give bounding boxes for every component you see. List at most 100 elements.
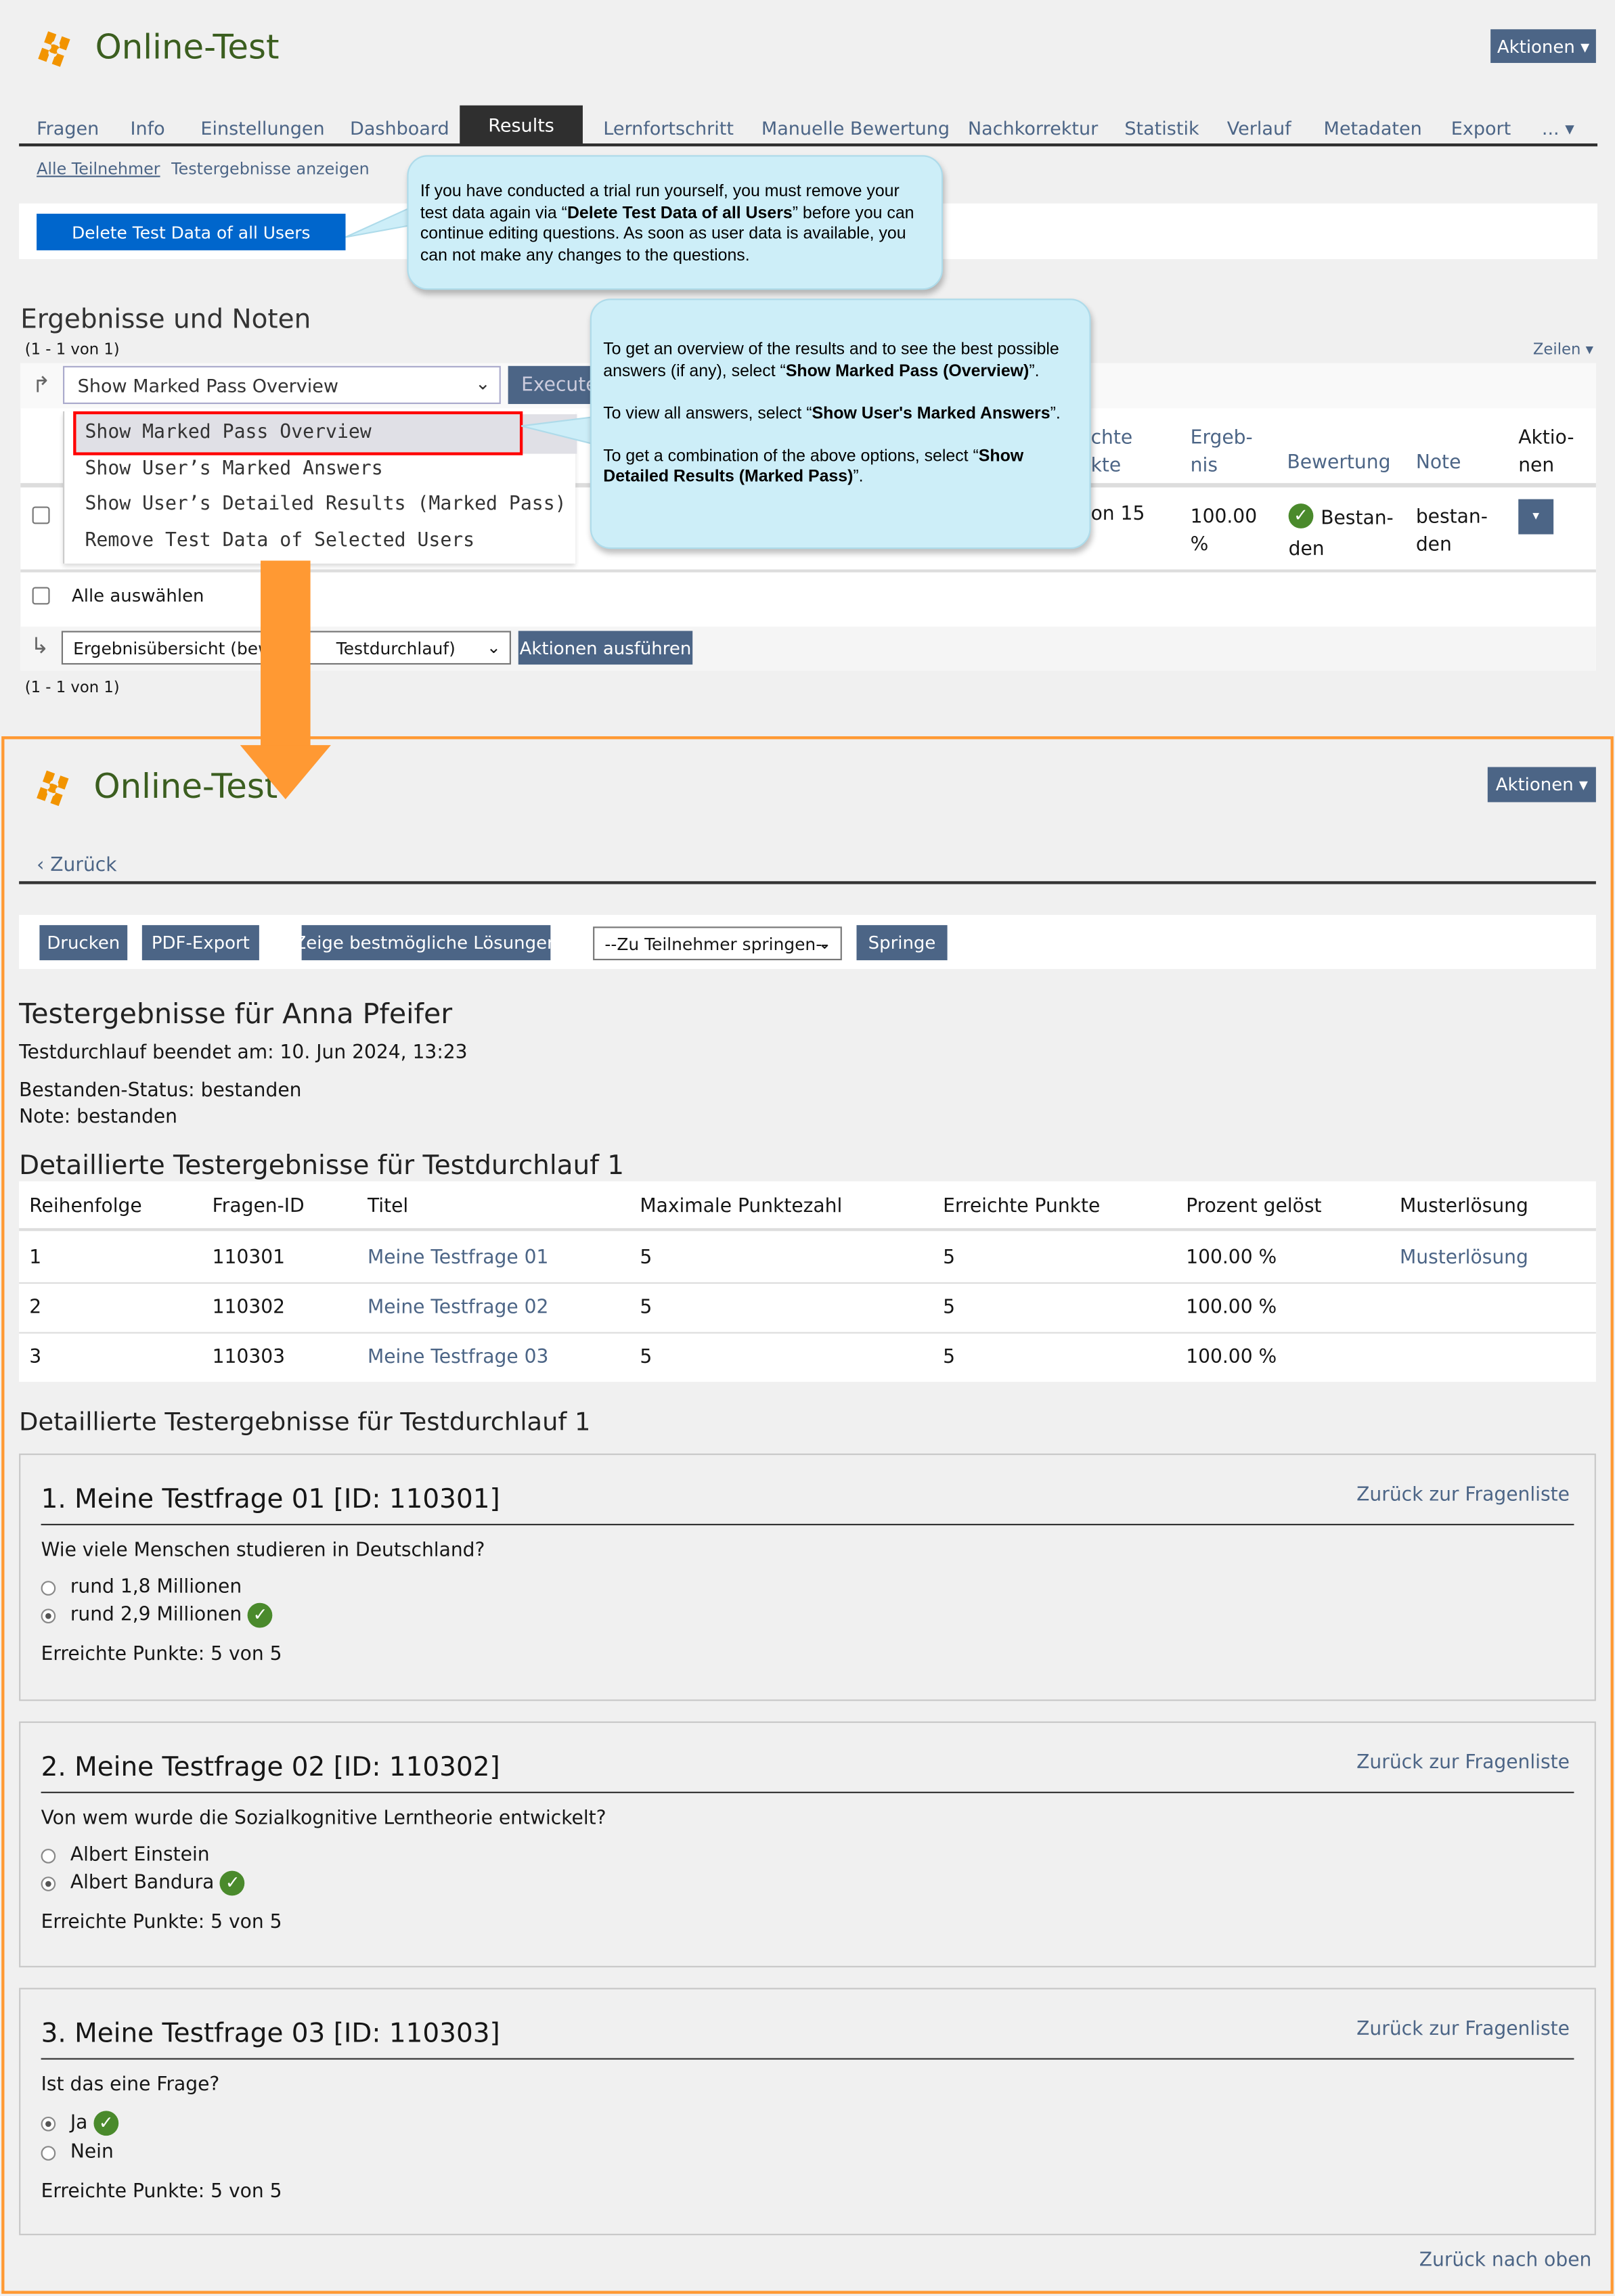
back-link[interactable]: ‹ Zurück xyxy=(37,855,116,876)
question-block-2: 2. Meine Testfrage 02 [ID: 110302] Zurüc… xyxy=(19,1721,1596,1968)
chevron-down-icon: ⌄ xyxy=(486,636,501,658)
tab-manuelle-bewertung[interactable]: Manuelle Bewertung xyxy=(761,117,950,139)
col-grade[interactable]: Note xyxy=(1416,452,1461,474)
dropdown-option-remove-data[interactable]: Remove Test Data of Selected Users xyxy=(85,530,474,552)
cell-order: 1 xyxy=(29,1247,42,1269)
tab-results[interactable]: Results xyxy=(460,105,583,145)
delete-test-data-button[interactable]: Delete Test Data of all Users xyxy=(37,213,346,250)
dropdown-option-marked-answers[interactable]: Show User’s Marked Answers xyxy=(85,458,382,480)
jump-select-value: --Zu Teilnehmer springen-- xyxy=(604,934,828,955)
correct-check-icon: ✓ xyxy=(220,1870,246,1896)
th-max-points: Maximale Punktezahl xyxy=(640,1196,843,1218)
question-title: 1. Meine Testfrage 01 [ID: 110301] xyxy=(41,1484,500,1515)
actions-button[interactable]: Aktionen ▾ xyxy=(1490,29,1596,64)
pagination-top: (1 - 1 von 1) xyxy=(24,341,120,359)
results-heading: Testergebnisse für Anna Pfeifer xyxy=(19,998,453,1031)
back-to-list-link[interactable]: Zurück zur Fragenliste xyxy=(1356,2019,1570,2040)
cell-order: 2 xyxy=(29,1297,42,1320)
finished-date: Testdurchlauf beendet am: 10. Jun 2024, … xyxy=(19,1042,468,1064)
question-divider xyxy=(41,1523,1574,1526)
tab-nachkorrektur[interactable]: Nachkorrektur xyxy=(968,117,1098,139)
tooltip-view-options: To get an overview of the results and to… xyxy=(590,298,1091,549)
actions-label: Aktionen xyxy=(1495,774,1574,795)
bottom-panel: Online-Test Aktionen ▾ ‹ Zurück Drucken … xyxy=(1,736,1614,2294)
tooltip2-pointer xyxy=(521,416,593,445)
cell-max: 5 xyxy=(640,1247,652,1269)
bottom-select-right: Testdurchlauf) xyxy=(336,638,456,659)
tab-metadaten[interactable]: Metadaten xyxy=(1324,117,1422,139)
select-all-checkbox[interactable] xyxy=(32,587,50,605)
actions-button[interactable]: Aktionen ▾ xyxy=(1487,767,1596,803)
th-question-id: Fragen-ID xyxy=(212,1196,305,1218)
best-solutions-button[interactable]: Zeige bestmögliche Lösungen xyxy=(294,925,558,961)
rows-dropdown[interactable]: Zeilen ▾ xyxy=(1533,341,1593,359)
question-text: Wie viele Menschen studieren in Deutschl… xyxy=(41,1539,485,1562)
col-result[interactable]: Ergeb- nis xyxy=(1191,424,1253,480)
jump-button[interactable]: Springe xyxy=(856,925,948,961)
pagination-bottom: (1 - 1 von 1) xyxy=(24,679,120,697)
back-to-list-link[interactable]: Zurück zur Fragenliste xyxy=(1356,1484,1570,1506)
orange-down-arrow-icon xyxy=(240,560,331,800)
jump-participant-select[interactable]: --Zu Teilnehmer springen-- ⌄ xyxy=(593,926,842,961)
row-divider xyxy=(19,1332,1596,1334)
answer-option: Nein xyxy=(41,2142,114,2163)
answer-option: rund 2,9 Millionen ✓ xyxy=(41,1602,273,1628)
points-text: Erreichte Punkte: 5 von 5 xyxy=(41,1912,282,1934)
app-title: Online-Test xyxy=(95,29,280,68)
answer-option: Albert Bandura ✓ xyxy=(41,1870,246,1896)
back-to-top-link[interactable]: Zurück nach oben xyxy=(1419,2250,1592,2272)
cell-id: 110303 xyxy=(212,1347,286,1369)
tab-verlauf[interactable]: Verlauf xyxy=(1227,117,1291,139)
tab-more[interactable]: ... ▾ xyxy=(1542,117,1574,139)
cell-grade: bestan- den xyxy=(1415,506,1488,557)
subtab-alle-teilnehmer[interactable]: Alle Teilnehmer xyxy=(37,160,160,179)
view-select[interactable]: Show Marked Pass Overview ⌄ xyxy=(63,365,501,405)
tab-info[interactable]: Info xyxy=(131,117,165,139)
row-divider xyxy=(19,1282,1596,1284)
subtab-testergebnisse[interactable]: Testergebnisse anzeigen xyxy=(171,160,370,179)
question-title: 3. Meine Testfrage 03 [ID: 110303] xyxy=(41,2019,500,2050)
tab-statistik[interactable]: Statistik xyxy=(1124,117,1199,139)
pdf-export-button[interactable]: PDF-Export xyxy=(141,925,259,961)
tab-dashboard[interactable]: Dashboard xyxy=(350,117,449,139)
radio-unselected xyxy=(41,1580,56,1595)
question-title-link[interactable]: Meine Testfrage 03 xyxy=(368,1347,548,1368)
col-points[interactable]: chte kte xyxy=(1091,424,1133,480)
cell-max: 5 xyxy=(640,1347,652,1369)
th-order: Reihenfolge xyxy=(29,1196,142,1218)
print-button[interactable]: Drucken xyxy=(39,925,128,961)
arrow-up-icon: ↱ xyxy=(32,372,51,399)
execute-button[interactable]: Execute xyxy=(508,365,599,405)
correct-check-icon: ✓ xyxy=(248,1602,273,1628)
question-title-link[interactable]: Meine Testfrage 01 xyxy=(368,1247,548,1269)
th-title: Titel xyxy=(367,1196,409,1218)
actions-label: Aktionen xyxy=(1497,35,1575,57)
tab-fragen[interactable]: Fragen xyxy=(37,117,99,139)
question-block-1: 1. Meine Testfrage 01 [ID: 110301] Zurüc… xyxy=(19,1454,1596,1701)
row-checkbox[interactable] xyxy=(32,506,50,524)
section-title: Ergebnisse und Noten xyxy=(20,304,311,336)
back-to-list-link[interactable]: Zurück zur Fragenliste xyxy=(1356,1752,1570,1774)
th-solution: Musterlösung xyxy=(1400,1196,1528,1218)
cell-points: on 15 xyxy=(1090,503,1145,526)
table-title: Detaillierte Testergebnisse für Testdurc… xyxy=(19,1150,625,1181)
puzzle-logo-icon xyxy=(38,31,70,67)
chevron-down-icon: ⌄ xyxy=(817,932,832,953)
run-actions-button[interactable]: Aktionen ausführen xyxy=(518,631,693,665)
tab-lernfortschritt[interactable]: Lernfortschritt xyxy=(603,117,734,139)
tooltip-delete-info: If you have conducted a trial run yourse… xyxy=(407,155,944,290)
cell-points: 5 xyxy=(943,1247,956,1269)
th-percent: Prozent gelöst xyxy=(1186,1196,1322,1218)
tab-einstellungen[interactable]: Einstellungen xyxy=(200,117,324,139)
question-title-link[interactable]: Meine Testfrage 02 xyxy=(368,1297,548,1319)
tooltip1-pointer xyxy=(345,206,411,238)
row-actions-dropdown[interactable]: ▾ xyxy=(1518,499,1554,535)
tab-export[interactable]: Export xyxy=(1451,117,1511,139)
tooltip2-paragraph-3: To get a combination of the above option… xyxy=(603,447,1024,487)
dropdown-option-detailed-results[interactable]: Show User’s Detailed Results (Marked Pas… xyxy=(85,493,566,515)
radio-selected xyxy=(41,2115,56,2131)
solution-link[interactable]: Musterlösung xyxy=(1400,1247,1528,1269)
col-rating[interactable]: Bewertung xyxy=(1287,452,1390,474)
view-select-value: Show Marked Pass Overview xyxy=(77,374,339,397)
tooltip1-bold: Delete Test Data of all Users xyxy=(567,204,793,222)
